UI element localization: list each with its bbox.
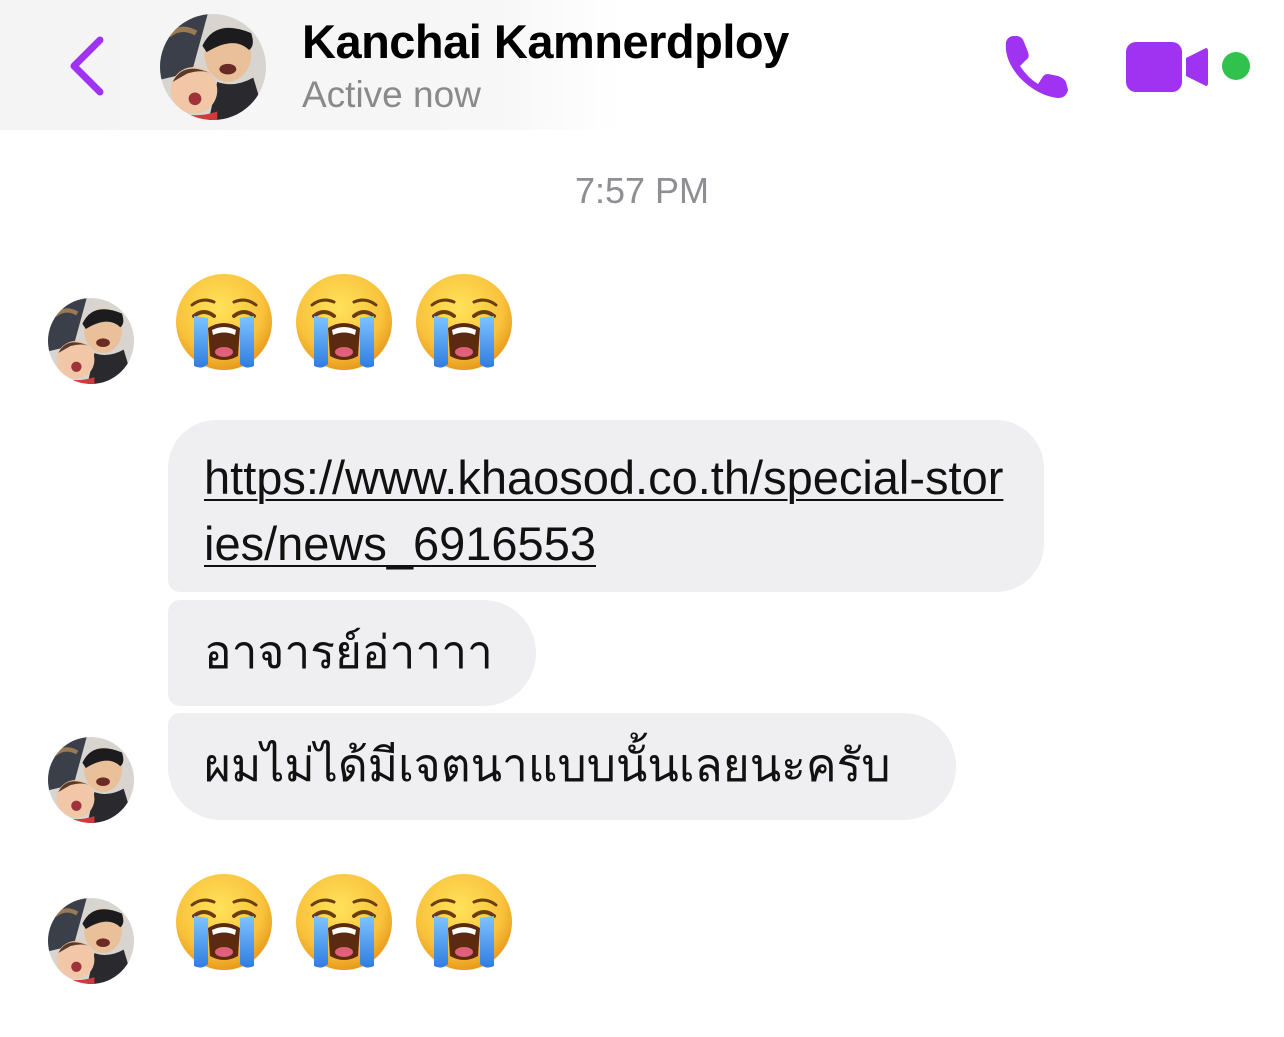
loudly-crying-face-icon [294, 872, 394, 972]
loudly-crying-face-icon [174, 872, 274, 972]
video-camera-icon [1126, 42, 1208, 92]
message-link[interactable]: https://www.khaosod.co.th/special-storie… [204, 445, 1008, 577]
link-message-bubble[interactable]: https://www.khaosod.co.th/special-storie… [168, 420, 1044, 592]
avatar-photo [48, 737, 134, 823]
contact-name[interactable]: Kanchai Kamnerdploy [302, 14, 789, 69]
loudly-crying-face-icon [174, 272, 274, 372]
avatar-photo [48, 898, 134, 984]
voice-call-button[interactable] [1000, 30, 1074, 102]
loudly-crying-face-icon [414, 872, 514, 972]
sender-avatar[interactable] [48, 298, 134, 384]
online-indicator [1222, 52, 1250, 80]
chat-header: Kanchai Kamnerdploy Active now [0, 0, 1284, 130]
message-text: อาจารย์อ่าาาา [204, 625, 493, 679]
text-message-bubble[interactable]: อาจารย์อ่าาาา [168, 600, 536, 706]
loudly-crying-face-icon [294, 272, 394, 372]
back-button[interactable] [62, 30, 112, 100]
message-text: ผมไม่ได้มีเจตนาแบบนั้นเลยนะครับ [204, 738, 891, 792]
active-status: Active now [302, 74, 481, 115]
chevron-left-icon [70, 36, 104, 96]
message-timestamp: 7:57 PM [574, 170, 710, 211]
contact-avatar[interactable] [160, 14, 266, 120]
loudly-crying-face-icon [414, 272, 514, 372]
avatar-photo [48, 298, 134, 384]
video-call-button[interactable] [1124, 40, 1210, 94]
text-message-bubble[interactable]: ผมไม่ได้มีเจตนาแบบนั้นเลยนะครับ [168, 713, 956, 820]
sender-avatar[interactable] [48, 737, 134, 823]
phone-icon [1005, 36, 1068, 98]
avatar-photo [160, 14, 266, 120]
sender-avatar[interactable] [48, 898, 134, 984]
